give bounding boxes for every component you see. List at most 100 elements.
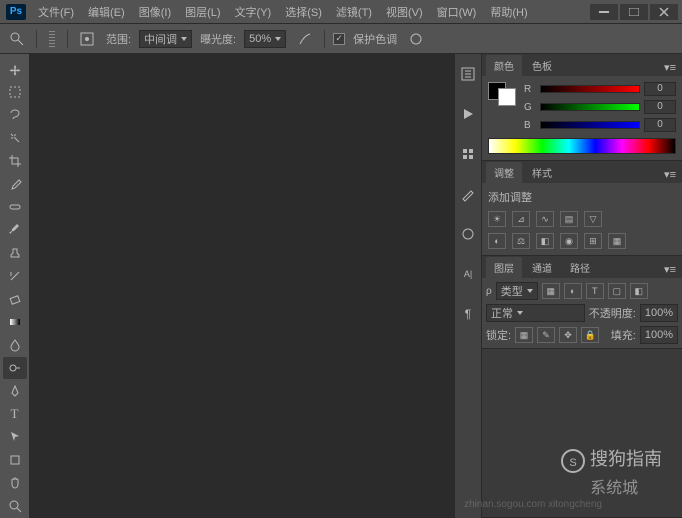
levels-icon[interactable]: ⊿ (512, 211, 530, 227)
fill-input[interactable]: 100% (640, 326, 678, 344)
airbrush-icon[interactable] (294, 28, 316, 50)
pen-tool[interactable] (3, 380, 27, 402)
brush-presets-icon[interactable] (458, 184, 478, 204)
blur-tool[interactable] (3, 334, 27, 356)
color-panel: 颜色 色板 ▾≡ R0 G0 B0 (482, 54, 682, 161)
panel-menu-icon[interactable]: ▾≡ (662, 59, 678, 76)
gradient-tool[interactable] (3, 311, 27, 333)
filter-pixel-icon[interactable]: ▦ (542, 283, 560, 299)
menu-help[interactable]: 帮助(H) (484, 1, 533, 23)
close-button[interactable] (650, 4, 678, 20)
menu-select[interactable]: 选择(S) (279, 1, 328, 23)
filter-smart-icon[interactable]: ◧ (630, 283, 648, 299)
opacity-input[interactable]: 100% (640, 304, 678, 322)
panel-menu-icon[interactable]: ▾≡ (662, 166, 678, 183)
ps-logo: Ps (6, 4, 26, 20)
menu-layer[interactable]: 图层(L) (179, 1, 226, 23)
brightness-icon[interactable]: ☀ (488, 211, 506, 227)
shape-tool[interactable] (3, 449, 27, 471)
filter-shape-icon[interactable]: ▢ (608, 283, 626, 299)
color-tab[interactable]: 颜色 (486, 55, 522, 76)
type-tool[interactable]: T (3, 403, 27, 425)
filter-type-icon[interactable]: T (586, 283, 604, 299)
vibrance-icon[interactable]: ▽ (584, 211, 602, 227)
panel-menu-icon[interactable]: ▾≡ (662, 261, 678, 278)
filter-kind-dropdown[interactable]: 类型 (496, 282, 538, 300)
styles-tab[interactable]: 样式 (524, 162, 560, 183)
marquee-tool[interactable] (3, 81, 27, 103)
brush-tool[interactable] (3, 219, 27, 241)
hue-icon[interactable]: ◐ (488, 233, 506, 249)
color-spectrum[interactable] (488, 138, 676, 154)
layers-list[interactable] (482, 348, 682, 517)
zoom-tool[interactable] (3, 495, 27, 517)
clone-source-icon[interactable] (458, 224, 478, 244)
protect-checkbox[interactable] (333, 33, 345, 45)
canvas-area[interactable] (30, 54, 454, 518)
g-slider[interactable] (540, 103, 640, 111)
move-tool[interactable] (3, 58, 27, 80)
menu-window[interactable]: 窗口(W) (431, 1, 483, 23)
healing-tool[interactable] (3, 196, 27, 218)
r-slider[interactable] (540, 85, 640, 93)
maximize-button[interactable] (620, 4, 648, 20)
layers-tab[interactable]: 图层 (486, 257, 522, 278)
lookup-icon[interactable]: ▦ (608, 233, 626, 249)
bw-icon[interactable]: ◧ (536, 233, 554, 249)
g-label: G (524, 102, 536, 113)
tool-preset-icon[interactable] (6, 28, 28, 50)
hand-tool[interactable] (3, 472, 27, 494)
balance-icon[interactable]: ⚖ (512, 233, 530, 249)
path-select-tool[interactable] (3, 426, 27, 448)
crop-tool[interactable] (3, 150, 27, 172)
r-value[interactable]: 0 (644, 82, 676, 96)
brush-size-icon[interactable] (49, 31, 55, 47)
background-swatch[interactable] (498, 88, 516, 106)
actions-icon[interactable] (458, 104, 478, 124)
dodge-tool[interactable] (3, 357, 27, 379)
exposure-icon[interactable]: ▤ (560, 211, 578, 227)
range-dropdown[interactable]: 中间调 (139, 30, 192, 48)
paragraph-icon[interactable]: ¶ (458, 304, 478, 324)
properties-icon[interactable] (458, 144, 478, 164)
history-brush-tool[interactable] (3, 265, 27, 287)
wand-tool[interactable] (3, 127, 27, 149)
brush-panel-icon[interactable] (76, 28, 98, 50)
minimize-button[interactable] (590, 4, 618, 20)
menu-image[interactable]: 图像(I) (133, 1, 177, 23)
filter-adjust-icon[interactable]: ◐ (564, 283, 582, 299)
b-value[interactable]: 0 (644, 118, 676, 132)
curves-icon[interactable]: ∿ (536, 211, 554, 227)
lasso-tool[interactable] (3, 104, 27, 126)
character-icon[interactable]: A| (458, 264, 478, 284)
history-icon[interactable] (458, 64, 478, 84)
eyedropper-tool[interactable] (3, 173, 27, 195)
add-adjustment-label: 添加调整 (488, 189, 676, 205)
swatches-tab[interactable]: 色板 (524, 55, 560, 76)
channel-mixer-icon[interactable]: ⊞ (584, 233, 602, 249)
eraser-tool[interactable] (3, 288, 27, 310)
menu-type[interactable]: 文字(Y) (229, 1, 278, 23)
channels-tab[interactable]: 通道 (524, 257, 560, 278)
options-bar: 范围: 中间调 曝光度: 50% 保护色调 (0, 24, 682, 54)
g-value[interactable]: 0 (644, 100, 676, 114)
exposure-label: 曝光度: (200, 31, 236, 47)
lock-all-icon[interactable]: 🔒 (581, 327, 599, 343)
menu-file[interactable]: 文件(F) (32, 1, 80, 23)
lock-trans-icon[interactable]: ▦ (515, 327, 533, 343)
exposure-input[interactable]: 50% (244, 30, 286, 48)
menu-view[interactable]: 视图(V) (380, 1, 429, 23)
stamp-tool[interactable] (3, 242, 27, 264)
photo-filter-icon[interactable]: ◉ (560, 233, 578, 249)
paths-tab[interactable]: 路径 (562, 257, 598, 278)
toolbar: T (0, 54, 30, 518)
menu-edit[interactable]: 编辑(E) (82, 1, 131, 23)
adjustments-tab[interactable]: 调整 (486, 162, 522, 183)
fg-bg-swatches[interactable] (488, 82, 516, 106)
pressure-icon[interactable] (405, 28, 427, 50)
blend-mode-dropdown[interactable]: 正常 (486, 304, 585, 322)
menu-filter[interactable]: 滤镜(T) (330, 1, 378, 23)
lock-pos-icon[interactable]: ✥ (559, 327, 577, 343)
lock-paint-icon[interactable]: ✎ (537, 327, 555, 343)
b-slider[interactable] (540, 121, 640, 129)
